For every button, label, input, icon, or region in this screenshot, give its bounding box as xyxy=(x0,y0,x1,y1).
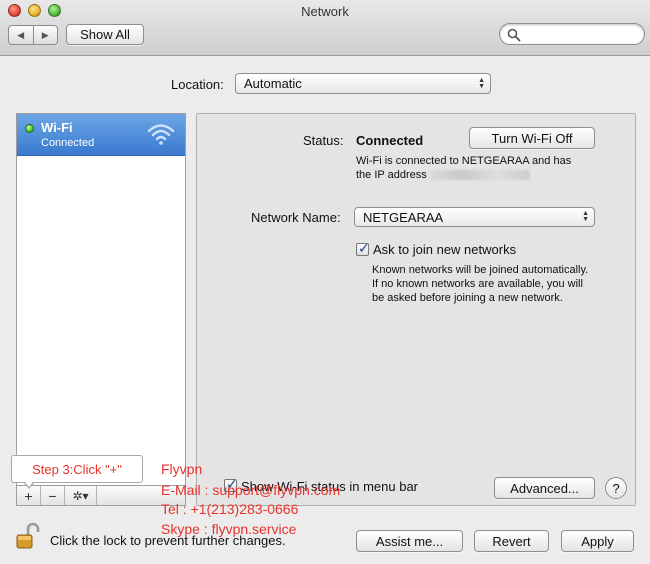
wifi-icon xyxy=(147,124,175,145)
location-value: Automatic xyxy=(244,76,302,91)
apply-button[interactable]: Apply xyxy=(561,530,634,552)
help-button[interactable]: ? xyxy=(605,477,627,499)
chevron-left-icon: ◀ xyxy=(17,29,25,40)
window-title: Network xyxy=(301,4,349,19)
service-item-wifi[interactable]: Wi-Fi Connected xyxy=(17,114,185,156)
remove-service-button[interactable]: − xyxy=(41,486,65,505)
lock-icon[interactable] xyxy=(16,522,40,550)
gear-menu-button[interactable]: ✲▾ xyxy=(65,486,97,505)
status-value: Connected xyxy=(356,133,424,148)
forward-button[interactable]: ▶ xyxy=(32,26,58,44)
ask-desc-line2: If no known networks are available, you … xyxy=(372,278,583,290)
search-input[interactable] xyxy=(524,26,638,42)
location-popup[interactable]: Automatic ▲ ▼ xyxy=(235,73,491,94)
location-label: Location: xyxy=(171,77,224,92)
service-status: Connected xyxy=(41,137,95,149)
brand-text: Flyvpn xyxy=(161,461,203,477)
status-label: Status: xyxy=(303,133,344,148)
skype-text: Skype : flyvpn.service xyxy=(161,521,297,537)
ask-join-description: Known networks will be joined automatica… xyxy=(372,263,602,305)
gear-icon: ✲▾ xyxy=(72,488,89,503)
redacted-ip-address xyxy=(429,170,530,181)
chevron-right-icon: ▶ xyxy=(41,29,49,40)
search-icon xyxy=(507,28,521,42)
title-bar: Network ◀ ▶ Show All xyxy=(0,0,650,56)
callout-tail xyxy=(23,481,35,489)
assist-me-button[interactable]: Assist me... xyxy=(356,530,463,552)
checkmark-icon: ✓ xyxy=(358,240,370,256)
back-forward-control: ◀ ▶ xyxy=(8,25,58,45)
ask-desc-line3: be asked before joining a new network. xyxy=(372,292,563,304)
step-callout: Step 3:Click "+" xyxy=(11,455,143,483)
tel-text: Tel : +1(213)283-0666 xyxy=(161,501,299,517)
email-text: E-Mail : support@flyvpn.com xyxy=(161,482,341,498)
turn-wifi-off-button[interactable]: Turn Wi-Fi Off xyxy=(469,127,595,149)
ask-join-checkbox[interactable]: ✓ xyxy=(356,240,370,256)
status-dot-icon xyxy=(25,124,34,133)
show-all-button[interactable]: Show All xyxy=(66,24,144,45)
service-list[interactable]: Wi-Fi Connected xyxy=(16,113,186,486)
up-down-arrows-icon: ▲ ▼ xyxy=(478,76,485,90)
network-name-value: NETGEARAA xyxy=(363,209,444,225)
ask-join-label: Ask to join new networks xyxy=(373,242,517,257)
service-name: Wi-Fi xyxy=(41,120,73,135)
status-desc-line2: the IP address xyxy=(356,169,427,181)
revert-button[interactable]: Revert xyxy=(474,530,549,552)
network-name-popup[interactable]: NETGEARAA ▲ ▼ xyxy=(354,207,595,227)
status-desc-line1: Wi-Fi is connected to NETGEARAA and has xyxy=(356,155,572,167)
network-name-label: Network Name: xyxy=(251,210,341,225)
search-field[interactable] xyxy=(499,23,645,45)
status-description: Wi-Fi is connected to NETGEARAA and has … xyxy=(356,154,596,182)
advanced-button[interactable]: Advanced... xyxy=(494,477,595,499)
back-button[interactable]: ◀ xyxy=(9,26,33,44)
ask-desc-line1: Known networks will be joined automatica… xyxy=(372,264,589,276)
up-down-arrows-icon: ▲ ▼ xyxy=(582,210,589,223)
